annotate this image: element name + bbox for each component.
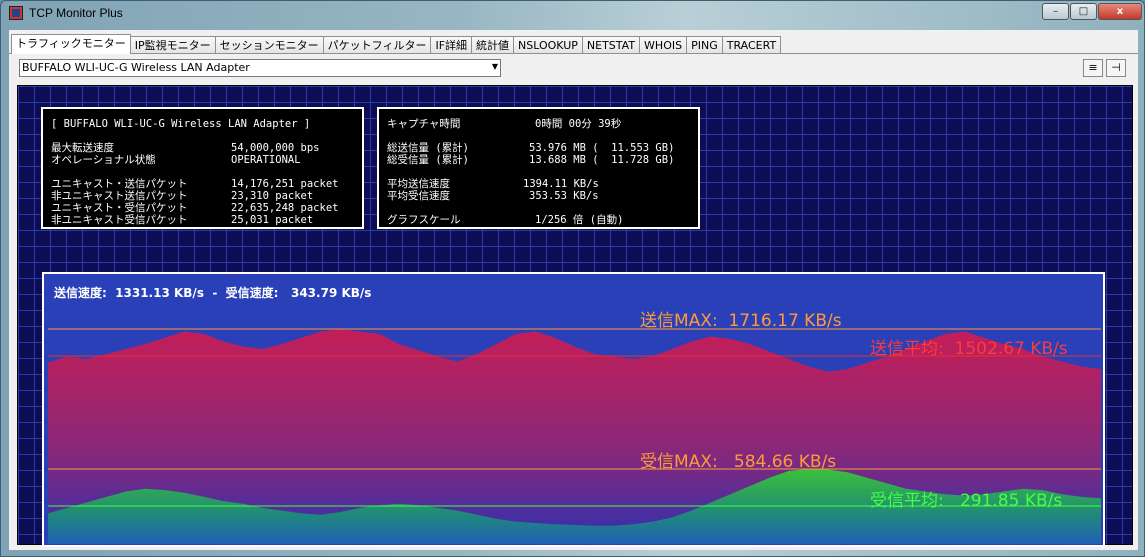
adapter-info-box: [ BUFFALO WLI-UC-G Wireless LAN Adapter … bbox=[41, 107, 364, 229]
info-value: 22,635,248 packet bbox=[231, 202, 339, 214]
info-label: オペレーショナル状態 bbox=[51, 154, 156, 166]
app-icon bbox=[9, 6, 23, 20]
stat-value: 1/256 倍 (自動) bbox=[535, 214, 624, 226]
stat-label: キャプチャ時間 bbox=[387, 118, 461, 130]
pin-icon[interactable]: ⊣ bbox=[1106, 59, 1126, 77]
info-label: 非ユニキャスト受信パケット bbox=[51, 214, 188, 226]
info-label: ユニキャスト・送信パケット bbox=[51, 178, 188, 190]
tab-if-detail[interactable]: IF詳細 bbox=[430, 36, 473, 54]
list-view-icon[interactable]: ≡ bbox=[1083, 59, 1103, 77]
window-title: TCP Monitor Plus bbox=[29, 6, 123, 20]
minimize-button[interactable]: – bbox=[1042, 3, 1069, 20]
stat-value: 1394.11 KB/s bbox=[523, 178, 599, 190]
stat-value: 353.53 KB/s bbox=[529, 190, 599, 202]
info-label: 最大転送速度 bbox=[51, 142, 114, 154]
recv-max-label: 受信MAX: 584.66 KB/s bbox=[640, 452, 837, 472]
stat-label: 総受信量 (累計) bbox=[387, 154, 469, 166]
adapter-select-value: BUFFALO WLI-UC-G Wireless LAN Adapter bbox=[22, 61, 250, 74]
send-avg-label: 送信平均: 1502.67 KB/s bbox=[870, 339, 1068, 359]
tab-netstat[interactable]: NETSTAT bbox=[581, 36, 641, 54]
capture-stats-box: キャプチャ時間 0時間 00分 39秒 総送信量 (累計) 53.976 MB … bbox=[377, 107, 700, 229]
tab-strip: トラフィックモニター IP監視モニター セッションモニター パケットフィルター … bbox=[11, 34, 782, 54]
send-max-label: 送信MAX: 1716.17 KB/s bbox=[640, 311, 842, 331]
stat-label: 平均送信速度 bbox=[387, 178, 450, 190]
tab-ping[interactable]: PING bbox=[686, 36, 723, 54]
stat-value: 53.976 MB ( 11.553 GB) bbox=[529, 142, 675, 154]
info-label: 非ユニキャスト送信パケット bbox=[51, 190, 188, 202]
current-rate: 送信速度: 1331.13 KB/s - 受信速度: 343.79 KB/s bbox=[54, 286, 372, 300]
traffic-graph: 送信速度: 1331.13 KB/s - 受信速度: 343.79 KB/s 送… bbox=[42, 272, 1105, 547]
stat-label: 総送信量 (累計) bbox=[387, 142, 469, 154]
tab-statistics[interactable]: 統計値 bbox=[471, 36, 515, 54]
stat-label: グラフスケール bbox=[387, 214, 461, 226]
tab-traffic-monitor[interactable]: トラフィックモニター bbox=[11, 34, 131, 54]
stat-label: 平均受信速度 bbox=[387, 190, 450, 202]
tab-divider bbox=[9, 53, 1138, 54]
recv-avg-label: 受信平均: 291.85 KB/s bbox=[870, 491, 1063, 511]
stat-value: 13.688 MB ( 11.728 GB) bbox=[529, 154, 675, 166]
title-bar[interactable]: TCP Monitor Plus – □ x bbox=[1, 1, 1144, 27]
info-value: 23,310 packet bbox=[231, 190, 314, 202]
tab-whois[interactable]: WHOIS bbox=[639, 36, 688, 54]
app-window: TCP Monitor Plus – □ x トラフィックモニター IP監視モニ… bbox=[0, 0, 1145, 557]
close-button[interactable]: x bbox=[1098, 3, 1142, 20]
maximize-button[interactable]: □ bbox=[1070, 3, 1097, 20]
tab-ip-monitor[interactable]: IP監視モニター bbox=[129, 36, 216, 54]
client-area: トラフィックモニター IP監視モニター セッションモニター パケットフィルター … bbox=[9, 30, 1138, 550]
tab-tracert[interactable]: TRACERT bbox=[721, 36, 782, 54]
info-label: ユニキャスト・受信パケット bbox=[51, 202, 188, 214]
adapter-select[interactable]: BUFFALO WLI-UC-G Wireless LAN Adapter ▼ bbox=[19, 59, 501, 77]
info-value: 25,031 packet bbox=[231, 214, 314, 226]
info-value: 14,176,251 packet bbox=[231, 178, 339, 190]
info-value: OPERATIONAL bbox=[231, 154, 301, 166]
chevron-down-icon[interactable]: ▼ bbox=[492, 62, 498, 71]
tab-nslookup[interactable]: NSLOOKUP bbox=[513, 36, 583, 54]
adapter-header: [ BUFFALO WLI-UC-G Wireless LAN Adapter … bbox=[51, 118, 311, 130]
tab-packet-filter[interactable]: パケットフィルター bbox=[322, 36, 432, 54]
info-value: 54,000,000 bps bbox=[231, 142, 320, 154]
traffic-monitor-panel: [ BUFFALO WLI-UC-G Wireless LAN Adapter … bbox=[17, 85, 1133, 547]
tab-session-monitor[interactable]: セッションモニター bbox=[214, 36, 324, 54]
stat-value: 0時間 00分 39秒 bbox=[535, 118, 622, 130]
